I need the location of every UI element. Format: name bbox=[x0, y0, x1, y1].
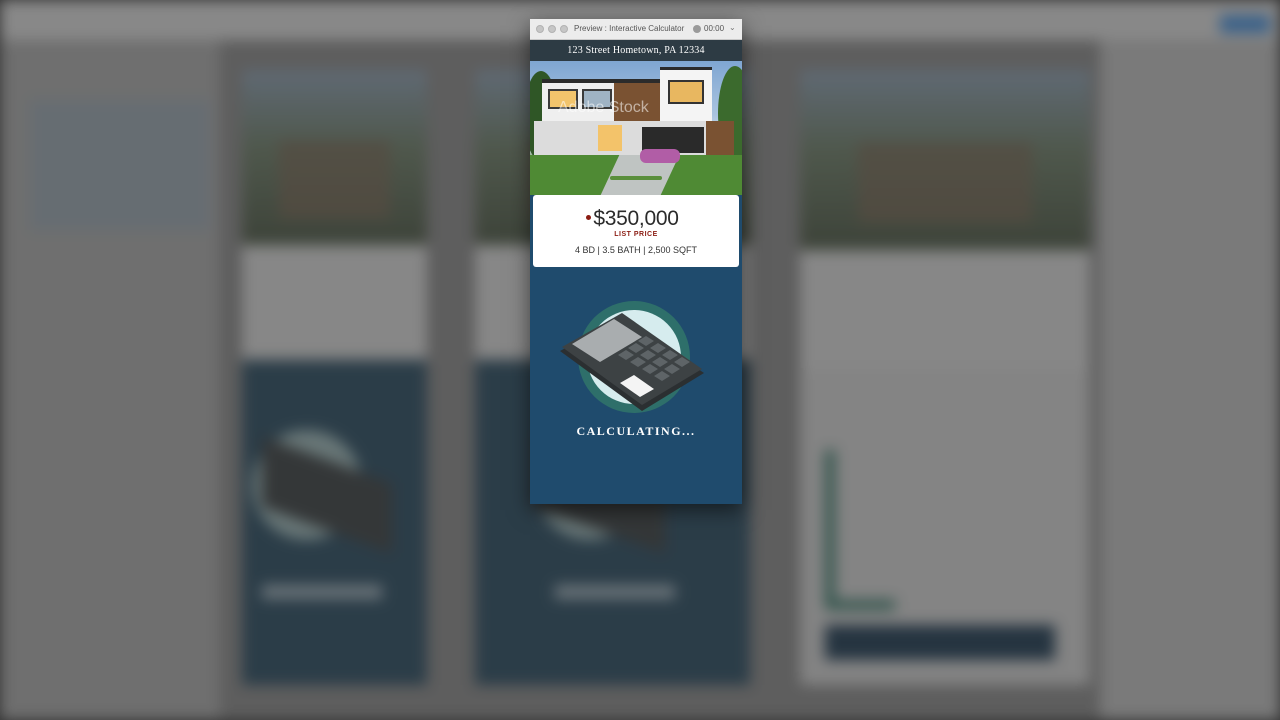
zoom-window-button[interactable] bbox=[560, 25, 568, 33]
preview-timer: 00:00 bbox=[704, 24, 725, 33]
slider-track[interactable] bbox=[610, 176, 662, 180]
close-window-button[interactable] bbox=[536, 25, 544, 33]
minimize-window-button[interactable] bbox=[548, 25, 556, 33]
price-card: $350,000 LIST PRICE 4 BD | 3.5 BATH | 2,… bbox=[533, 195, 739, 267]
list-price: $350,000 bbox=[593, 207, 679, 230]
listing-address: 123 Street Hometown, PA 12334 bbox=[530, 40, 742, 61]
preview-window: Preview : Interactive Calculator 00:00 ⌄… bbox=[530, 19, 742, 504]
window-title: Preview : Interactive Calculator bbox=[574, 24, 685, 33]
chevron-down-icon[interactable]: ⌄ bbox=[729, 23, 736, 32]
photo-watermark: Adobe Stock bbox=[558, 99, 649, 116]
record-icon[interactable] bbox=[693, 25, 701, 33]
calculating-status: CALCULATING... bbox=[576, 424, 696, 438]
calculator-icon bbox=[560, 301, 704, 413]
list-price-label: LIST PRICE bbox=[614, 231, 658, 238]
window-titlebar[interactable]: Preview : Interactive Calculator 00:00 ⌄ bbox=[530, 19, 742, 40]
house-photo: Adobe Stock bbox=[530, 61, 742, 195]
property-specs: 4 BD | 3.5 BATH | 2,500 SQFT bbox=[574, 245, 698, 255]
